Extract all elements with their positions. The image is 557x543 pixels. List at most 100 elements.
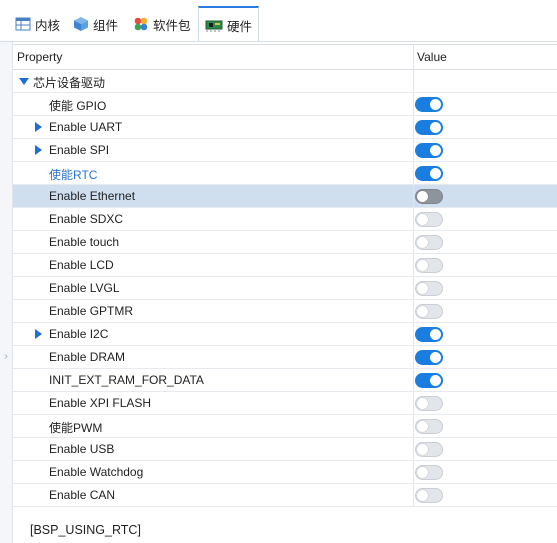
column-divider	[413, 392, 414, 414]
group-row[interactable]: 芯片设备驱动	[13, 70, 557, 93]
table-row[interactable]: Enable Watchdog	[13, 461, 557, 484]
toggle-knob	[430, 352, 441, 363]
table-row[interactable]: Enable LVGL	[13, 277, 557, 300]
table-icon	[15, 17, 31, 31]
chevron-right-icon[interactable]: ›	[0, 349, 12, 365]
tab-hardware[interactable]: 硬件	[198, 6, 260, 42]
property-label: Enable I2C	[49, 327, 109, 341]
table-row[interactable]: Enable UART	[13, 116, 557, 139]
value-toggle[interactable]	[415, 258, 443, 273]
expand-down-icon[interactable]	[19, 78, 29, 85]
value-toggle[interactable]	[415, 327, 443, 342]
value-toggle[interactable]	[415, 120, 443, 135]
toggle-knob	[417, 214, 428, 225]
value-toggle[interactable]	[415, 235, 443, 250]
toggle-knob	[417, 191, 428, 202]
tab-kernel[interactable]: 内核	[15, 8, 60, 40]
table-row[interactable]: INIT_EXT_RAM_FOR_DATA	[13, 369, 557, 392]
toggle-knob	[417, 398, 428, 409]
value-toggle[interactable]	[415, 442, 443, 457]
value-toggle[interactable]	[415, 304, 443, 319]
expand-right-icon[interactable]	[35, 145, 42, 155]
property-table: Property Value 芯片设备驱动 使能 GPIO Enable UART…	[13, 44, 557, 507]
toggle-knob	[417, 260, 428, 271]
toggle-knob	[417, 237, 428, 248]
property-label: Enable UART	[49, 120, 123, 134]
table-row[interactable]: Enable LCD	[13, 254, 557, 277]
value-toggle[interactable]	[415, 281, 443, 296]
value-toggle[interactable]	[415, 97, 443, 112]
column-divider	[413, 346, 414, 368]
column-divider	[413, 231, 414, 253]
column-divider	[413, 438, 414, 460]
value-toggle[interactable]	[415, 189, 443, 204]
tab-components[interactable]: 组件	[73, 8, 118, 40]
table-header: Property Value	[13, 44, 557, 70]
property-label: Enable LCD	[49, 258, 114, 272]
table-row[interactable]: 使能 GPIO	[13, 93, 557, 116]
column-divider	[413, 116, 414, 138]
table-row[interactable]: Enable SPI	[13, 139, 557, 162]
toggle-knob	[417, 306, 428, 317]
packages-icon	[134, 17, 148, 31]
tab-label: 硬件	[227, 19, 253, 34]
table-row[interactable]: 使能PWM	[13, 415, 557, 438]
column-divider	[413, 70, 414, 92]
column-divider	[413, 323, 414, 345]
column-divider	[413, 277, 414, 299]
column-divider	[413, 208, 414, 230]
table-row[interactable]: Enable XPI FLASH	[13, 392, 557, 415]
cube-icon	[74, 17, 88, 31]
group-label: 芯片设备驱动	[33, 76, 106, 90]
toggle-knob	[430, 168, 441, 179]
value-column-header[interactable]: Value	[417, 50, 447, 64]
property-label: 使能PWM	[49, 421, 103, 435]
toggle-knob	[417, 490, 428, 501]
table-row[interactable]: Enable I2C	[13, 323, 557, 346]
value-toggle[interactable]	[415, 396, 443, 411]
value-toggle[interactable]	[415, 373, 443, 388]
property-label: 使能 GPIO	[49, 99, 107, 113]
table-row[interactable]: Enable touch	[13, 231, 557, 254]
toggle-knob	[417, 421, 428, 432]
expand-right-icon[interactable]	[35, 122, 42, 132]
tab-label: 软件包	[153, 18, 191, 33]
value-toggle[interactable]	[415, 212, 443, 227]
property-label: Enable Watchdog	[49, 465, 144, 479]
value-toggle[interactable]	[415, 488, 443, 503]
property-label: 使能RTC	[49, 168, 98, 182]
toggle-knob	[417, 283, 428, 294]
table-row[interactable]: Enable DRAM	[13, 346, 557, 369]
toggle-knob	[417, 467, 428, 478]
value-toggle[interactable]	[415, 166, 443, 181]
property-column-header[interactable]: Property	[17, 50, 62, 64]
property-label: Enable LVGL	[49, 281, 120, 295]
table-row[interactable]: Enable CAN	[13, 484, 557, 507]
table-row[interactable]: 使能RTC	[13, 162, 557, 185]
expand-right-icon[interactable]	[35, 329, 42, 339]
table-row[interactable]: Enable USB	[13, 438, 557, 461]
property-label: Enable SDXC	[49, 212, 124, 226]
tab-label: 组件	[93, 18, 119, 33]
property-label: Enable DRAM	[49, 350, 126, 364]
side-collapse-strip	[0, 42, 13, 543]
property-label: INIT_EXT_RAM_FOR_DATA	[49, 373, 204, 387]
table-row[interactable]: Enable SDXC	[13, 208, 557, 231]
property-label: Enable CAN	[49, 488, 116, 502]
property-label: Enable Ethernet	[49, 189, 136, 203]
table-row[interactable]: Enable GPTMR	[13, 300, 557, 323]
column-divider	[413, 369, 414, 391]
property-label: Enable SPI	[49, 143, 110, 157]
column-divider	[413, 139, 414, 161]
value-toggle[interactable]	[415, 350, 443, 365]
column-divider	[413, 185, 414, 207]
property-label: Enable GPTMR	[49, 304, 134, 318]
value-toggle[interactable]	[415, 465, 443, 480]
value-toggle[interactable]	[415, 419, 443, 434]
tab-label: 内核	[35, 18, 61, 33]
toggle-knob	[430, 145, 441, 156]
tab-packages[interactable]: 软件包	[133, 8, 191, 40]
property-label: Enable XPI FLASH	[49, 396, 152, 410]
table-row[interactable]: Enable Ethernet	[13, 185, 557, 208]
value-toggle[interactable]	[415, 143, 443, 158]
